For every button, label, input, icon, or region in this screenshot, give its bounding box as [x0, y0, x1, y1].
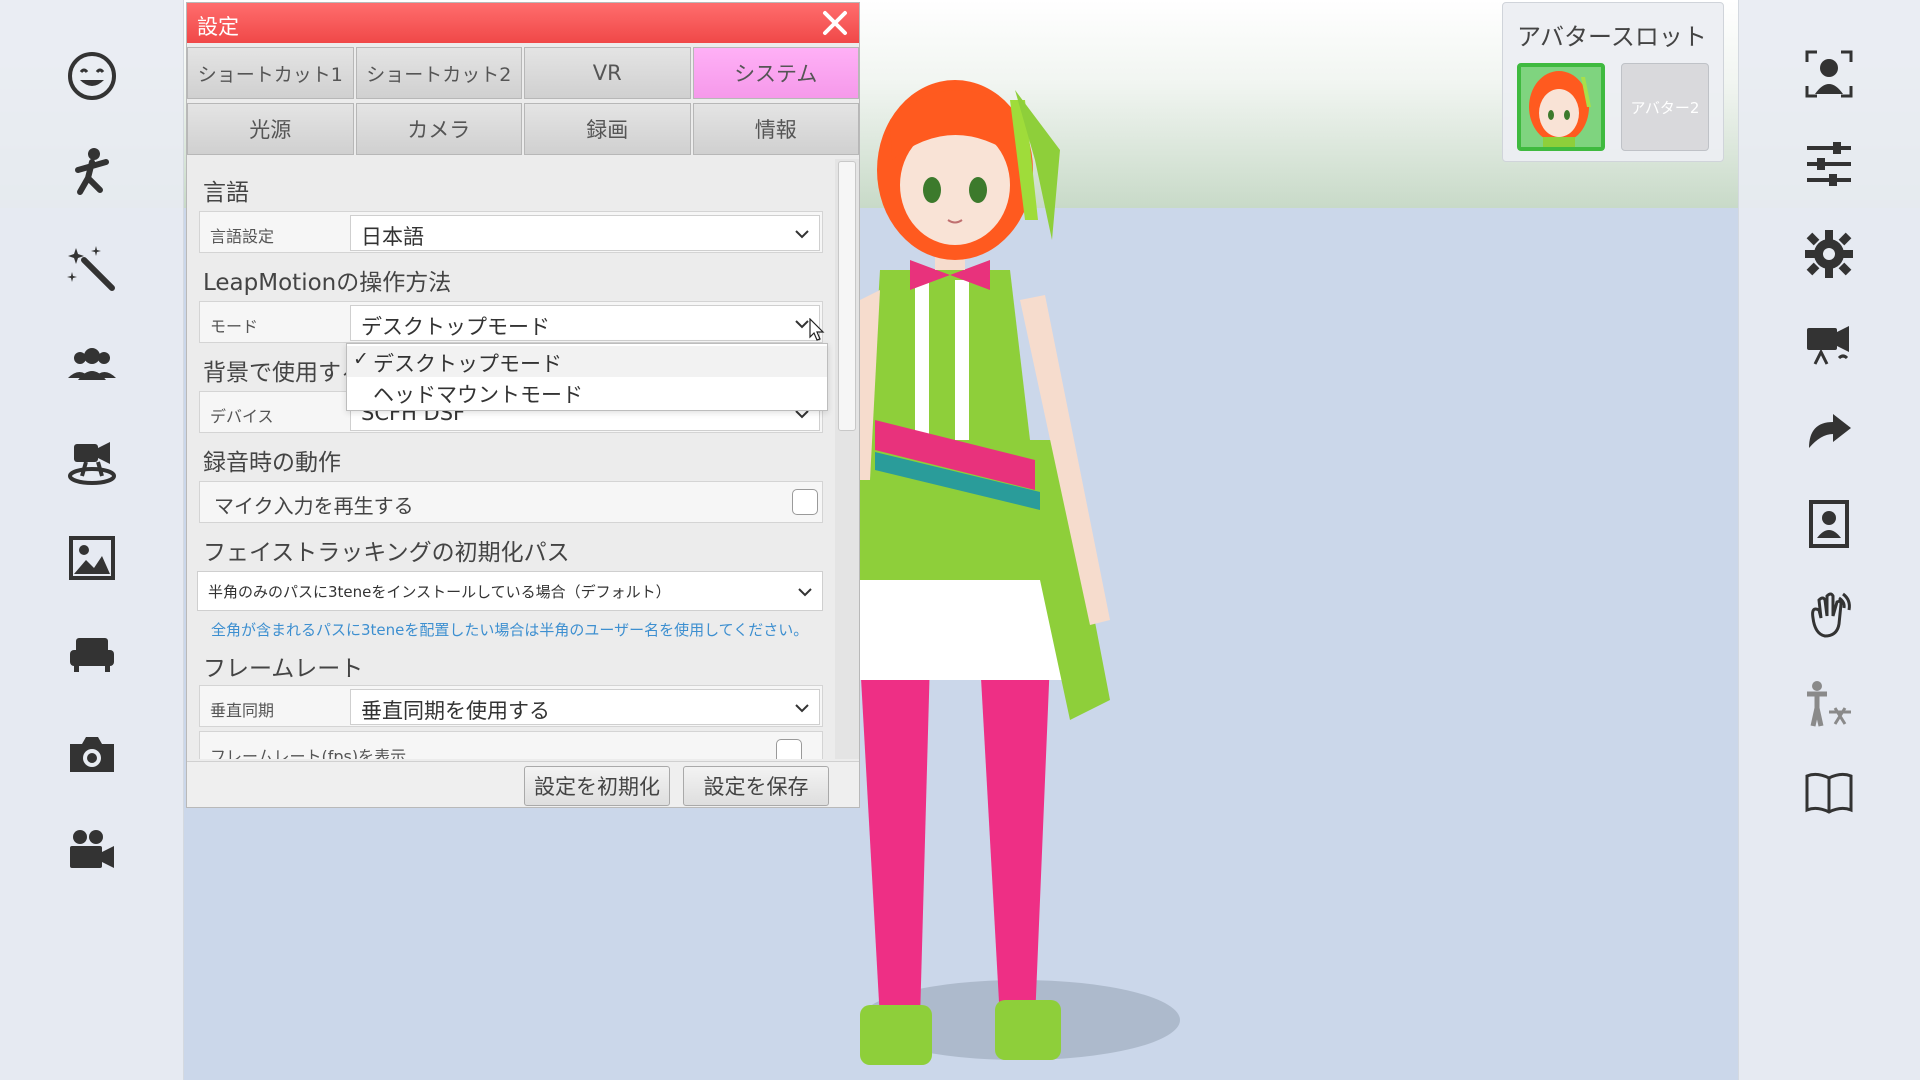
framerate-section-title: フレームレート	[203, 656, 364, 682]
tab-row-2: 光源 カメラ 録画 情報	[187, 103, 859, 155]
avatar-thumbnail	[1521, 67, 1601, 147]
vsync-select[interactable]: 垂直同期を使用する	[350, 689, 820, 725]
show-fps-label: フレームレート(fps)を表示	[210, 747, 407, 759]
language-section-title: 言語	[203, 180, 249, 206]
redo-icon[interactable]	[1797, 402, 1861, 466]
reset-settings-button[interactable]: 設定を初期化	[524, 766, 670, 806]
language-label: 言語設定	[210, 227, 275, 246]
left-toolbar	[0, 0, 184, 1080]
recording-section-title: 録音時の動作	[203, 450, 341, 476]
facetracking-path-select[interactable]: 半角のみのパスに3teneをインストールしている場合（デフォルト）	[197, 571, 823, 611]
face-tracking-icon[interactable]	[1797, 42, 1861, 106]
language-select[interactable]: 日本語	[350, 215, 820, 251]
tab-shortcut-2[interactable]: ショートカット2	[355, 47, 522, 99]
tab-shortcut-1[interactable]: ショートカット1	[187, 47, 354, 99]
chevron-down-icon	[795, 704, 809, 713]
scrollbar-thumb[interactable]	[838, 161, 856, 431]
hand-tracking-icon[interactable]	[1797, 582, 1861, 646]
settings-titlebar[interactable]: 設定	[187, 3, 859, 43]
close-icon[interactable]	[819, 7, 851, 39]
background-device-label: デバイス	[210, 407, 274, 426]
tab-vr[interactable]: VR	[524, 47, 691, 99]
vsync-row: 垂直同期 垂直同期を使用する	[199, 685, 823, 727]
facetracking-section-title: フェイストラッキングの初期化パス	[203, 540, 570, 566]
show-fps-row: フレームレート(fps)を表示	[199, 731, 823, 759]
option-headmount-mode[interactable]: ヘッドマウントモード	[347, 377, 827, 408]
face-icon[interactable]	[60, 44, 124, 108]
tab-info[interactable]: 情報	[692, 103, 859, 155]
mic-playback-row: マイク入力を再生する	[199, 481, 823, 523]
tab-camera[interactable]: カメラ	[355, 103, 522, 155]
right-toolbar	[1738, 0, 1920, 1080]
tab-light[interactable]: 光源	[187, 103, 354, 155]
tab-system[interactable]: システム	[692, 47, 859, 99]
leap-mode-label: モード	[210, 317, 259, 336]
sliders-icon[interactable]	[1797, 132, 1861, 196]
settings-body[interactable]: 言語 言語設定 日本語 LeapMotionの操作方法 モード デスクトップモー…	[189, 159, 835, 759]
leap-mode-value: デスクトップモード	[361, 315, 550, 339]
video-camera-icon[interactable]	[60, 818, 124, 882]
avatar-slot-title: アバタースロット	[1517, 23, 1707, 51]
vsync-label: 垂直同期	[210, 701, 275, 720]
leap-mode-select[interactable]: デスクトップモード	[350, 305, 820, 341]
mouse-cursor-icon	[809, 318, 825, 341]
settings-gear-icon[interactable]	[1797, 222, 1861, 286]
leap-mode-row: モード デスクトップモード	[199, 301, 823, 343]
portrait-icon[interactable]	[1797, 492, 1861, 556]
group-icon[interactable]	[60, 334, 124, 398]
save-settings-button[interactable]: 設定を保存	[683, 766, 829, 806]
camera-switch-icon[interactable]	[1797, 312, 1861, 376]
tab-recording[interactable]: 録画	[524, 103, 691, 155]
option-label: ヘッドマウントモード	[373, 383, 583, 407]
option-label: デスクトップモード	[373, 352, 562, 376]
chevron-down-icon	[798, 588, 812, 597]
avatar-slot-1[interactable]	[1517, 63, 1605, 151]
body-tracking-icon	[1797, 672, 1861, 736]
facetracking-path-value: 半角のみのパスに3teneをインストールしている場合（デフォルト）	[208, 583, 671, 601]
leap-mode-dropdown: ✓ デスクトップモード ヘッドマウントモード	[346, 343, 828, 411]
option-desktop-mode[interactable]: ✓ デスクトップモード	[347, 346, 827, 377]
chevron-down-icon	[795, 230, 809, 239]
avatar-character[interactable]	[820, 60, 1180, 1080]
show-fps-checkbox[interactable]	[776, 739, 802, 759]
mic-playback-checkbox[interactable]	[792, 489, 818, 515]
tab-row-1: ショートカット1 ショートカット2 VR システム	[187, 47, 859, 99]
pose-icon[interactable]	[60, 140, 124, 204]
language-value: 日本語	[361, 225, 424, 249]
stage-icon[interactable]	[60, 430, 124, 494]
settings-title: 設定	[197, 15, 239, 39]
settings-scrollbar[interactable]	[835, 159, 859, 759]
vsync-value: 垂直同期を使用する	[361, 699, 550, 723]
settings-footer: 設定を初期化 設定を保存	[187, 761, 859, 807]
checkmark-icon: ✓	[353, 348, 369, 370]
facetracking-note: 全角が含まれるパスに3teneを配置したい場合は半角のユーザー名を使用してくださ…	[211, 621, 809, 639]
background-section-title: 背景で使用する	[203, 360, 364, 386]
avatar-slot-2[interactable]: アバター2	[1621, 63, 1709, 151]
camera-icon[interactable]	[60, 722, 124, 786]
manual-icon[interactable]	[1797, 760, 1861, 824]
background-image-icon[interactable]	[60, 526, 124, 590]
mic-playback-label: マイク入力を再生する	[214, 494, 414, 518]
leap-section-title: LeapMotionの操作方法	[203, 270, 452, 296]
avatar-slot-panel: アバタースロット アバター2	[1502, 2, 1724, 162]
effects-icon[interactable]	[60, 236, 124, 300]
language-row: 言語設定 日本語	[199, 211, 823, 253]
furniture-icon[interactable]	[60, 622, 124, 686]
